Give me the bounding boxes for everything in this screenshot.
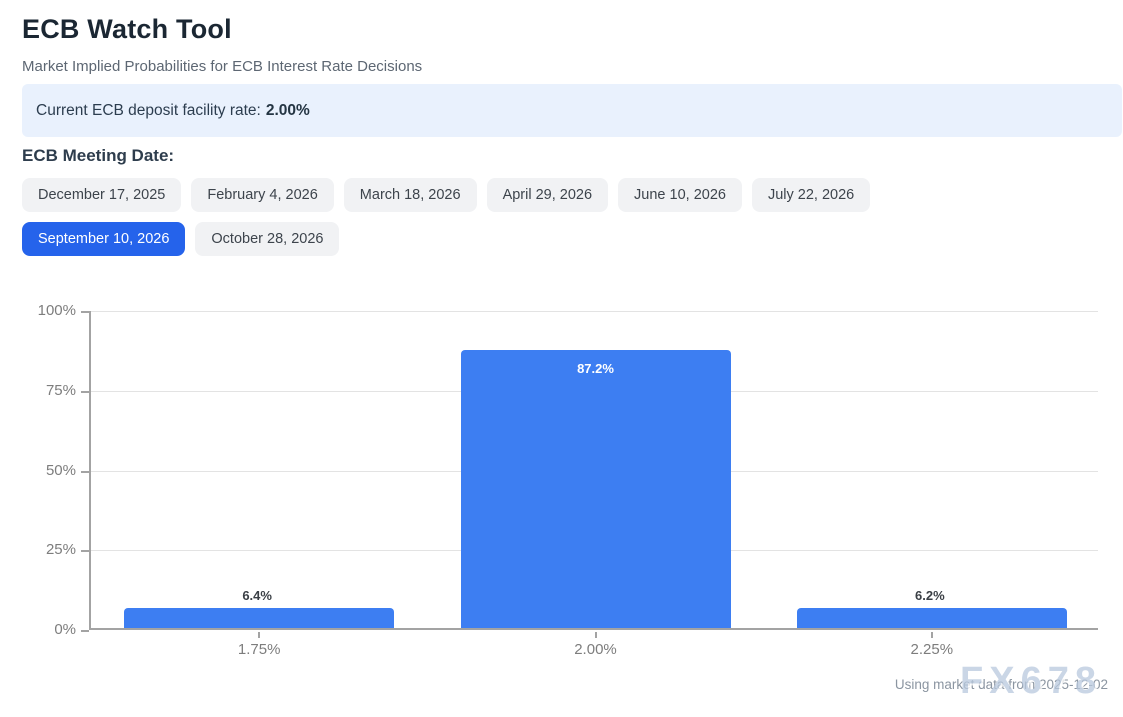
- page-title: ECB Watch Tool: [22, 14, 1123, 45]
- probability-bar: [124, 608, 394, 628]
- y-axis-tick-label: 50%: [22, 462, 76, 479]
- y-axis-tick-label: 100%: [22, 302, 76, 319]
- meeting-date-button[interactable]: October 28, 2026: [195, 222, 339, 256]
- y-axis-tick-mark: [81, 550, 89, 552]
- current-rate-value: 2.00%: [266, 102, 310, 120]
- y-axis-tick-mark: [81, 311, 89, 313]
- bar-value-label: 6.2%: [870, 588, 990, 603]
- bar-value-label: 6.4%: [197, 588, 317, 603]
- probability-bar: [797, 608, 1067, 628]
- meeting-date-heading: ECB Meeting Date:: [22, 146, 1123, 166]
- meeting-date-button[interactable]: April 29, 2026: [487, 178, 608, 212]
- chart-plot-area: 87.2%: [89, 311, 1098, 630]
- meeting-date-button[interactable]: December 17, 2025: [22, 178, 181, 212]
- y-axis-tick-label: 25%: [22, 541, 76, 558]
- y-axis-tick-mark: [81, 630, 89, 632]
- chart-footer: Using market data from 2025-12-02 FX678: [22, 677, 1108, 717]
- meeting-date-button[interactable]: February 4, 2026: [191, 178, 333, 212]
- y-axis-tick-label: 75%: [22, 382, 76, 399]
- probability-bar: 87.2%: [461, 350, 731, 628]
- meeting-date-button[interactable]: June 10, 2026: [618, 178, 742, 212]
- x-axis-tick-mark: [931, 632, 933, 638]
- x-axis-tick-mark: [595, 632, 597, 638]
- x-axis-tick-label: 2.25%: [887, 641, 977, 658]
- meeting-date-list: December 17, 2025 February 4, 2026 March 1…: [22, 178, 1034, 256]
- page-subtitle: Market Implied Probabilities for ECB Int…: [22, 58, 1123, 75]
- ecb-watch-tool-page: ECB Watch Tool Market Implied Probabilit…: [0, 0, 1123, 706]
- bar-value-label: 87.2%: [461, 361, 731, 376]
- fx678-watermark: FX678: [960, 660, 1102, 703]
- y-axis-tick-mark: [81, 471, 89, 473]
- chart-gridline: [91, 311, 1098, 312]
- x-axis-tick-label: 2.00%: [551, 641, 641, 658]
- x-axis-tick-label: 1.75%: [214, 641, 304, 658]
- x-axis-tick-mark: [258, 632, 260, 638]
- probability-chart: 87.2% 0%25%50%75%100%6.4%1.75%2.00%6.2%2…: [22, 311, 1122, 661]
- current-rate-banner: Current ECB deposit facility rate: 2.00%: [22, 84, 1122, 137]
- y-axis-tick-label: 0%: [22, 621, 76, 638]
- y-axis-tick-mark: [81, 391, 89, 393]
- meeting-date-button[interactable]: September 10, 2026: [22, 222, 185, 256]
- current-rate-label: Current ECB deposit facility rate:: [36, 102, 261, 120]
- meeting-date-button[interactable]: July 22, 2026: [752, 178, 870, 212]
- meeting-date-button[interactable]: March 18, 2026: [344, 178, 477, 212]
